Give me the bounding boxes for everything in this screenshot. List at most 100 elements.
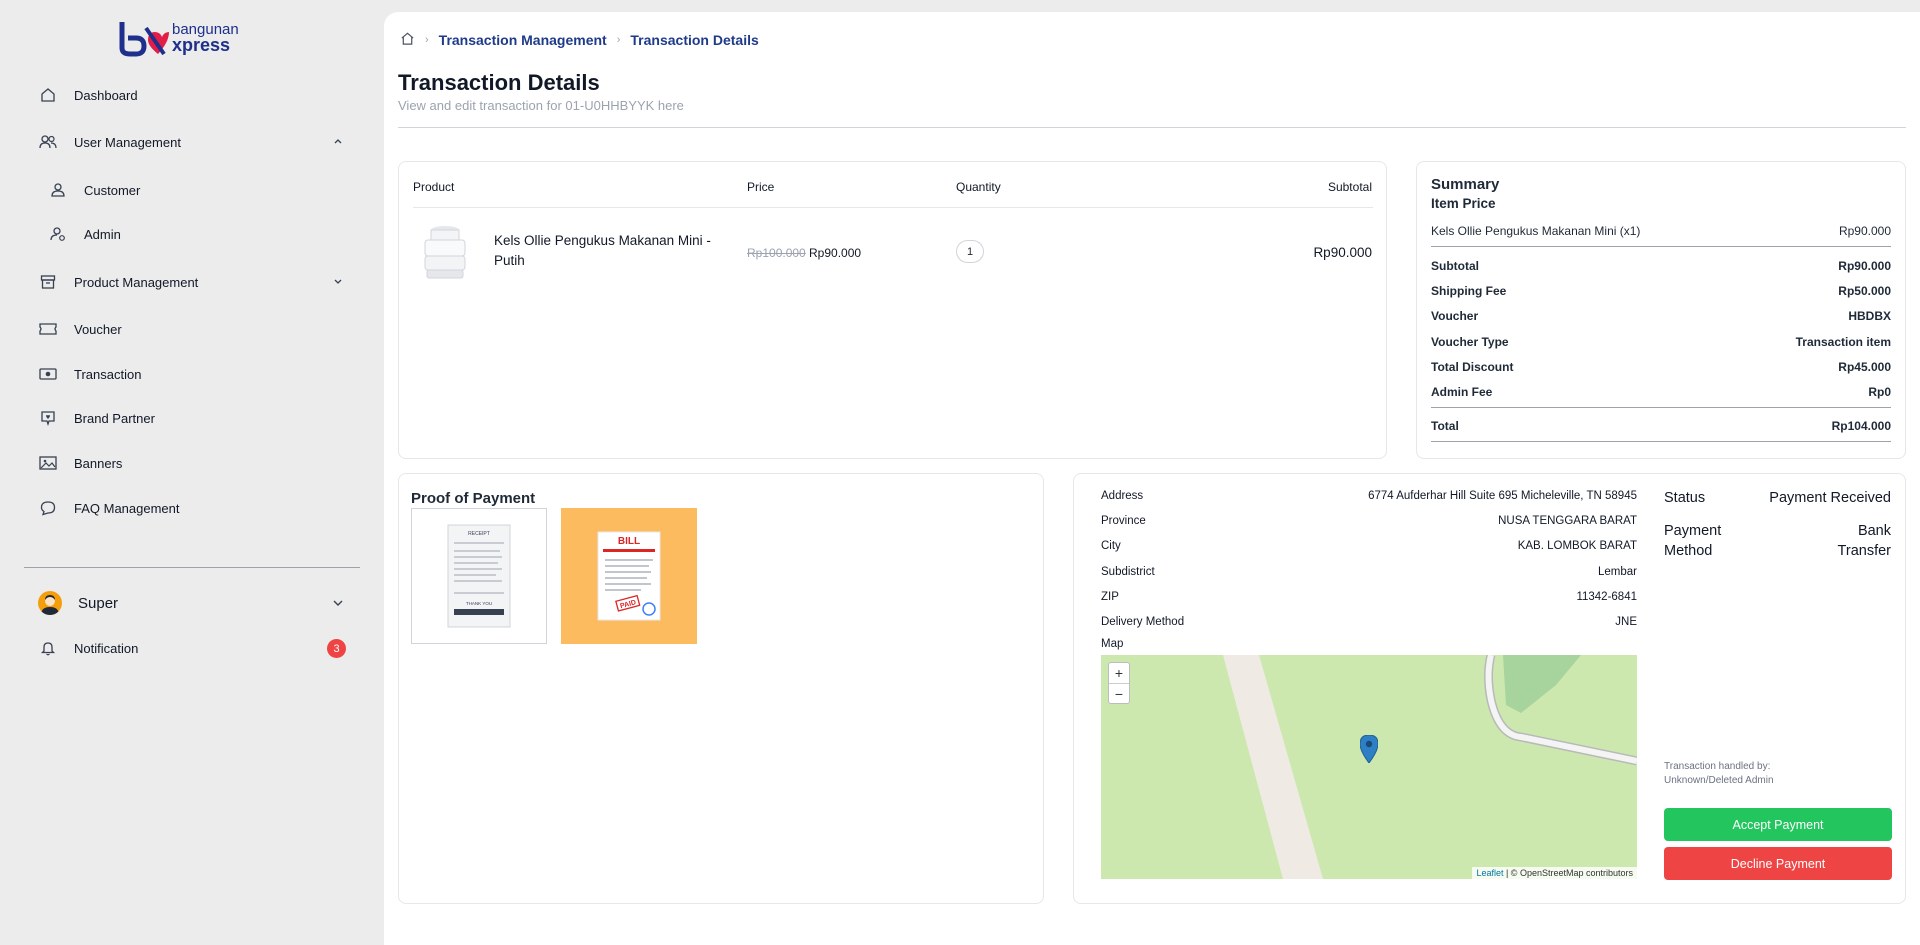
chevron-down-icon[interactable] bbox=[332, 275, 344, 287]
location-map[interactable]: + − Leaflet | © OpenStreetMap contributo… bbox=[1101, 655, 1637, 879]
archive-icon bbox=[38, 272, 58, 292]
summary-value: Rp45.000 bbox=[1838, 360, 1891, 374]
sidebar-item-faq-management[interactable]: FAQ Management bbox=[24, 493, 360, 523]
summary-item-price: Rp90.000 bbox=[1838, 224, 1891, 238]
sidebar-item-transaction[interactable]: Transaction bbox=[24, 359, 360, 389]
product-name[interactable]: Kels Ollie Pengukus Makanan Mini - Putih bbox=[494, 231, 724, 271]
image-icon bbox=[38, 453, 58, 473]
map-tiles bbox=[1223, 655, 1637, 879]
price-original: Rp100.000 bbox=[747, 246, 806, 260]
page-subtitle: View and edit transaction for 01-U0HHBYY… bbox=[398, 98, 684, 113]
sidebar-item-label: Notification bbox=[74, 640, 139, 656]
sidebar-item-customer[interactable]: Customer bbox=[24, 175, 360, 205]
sidebar-item-banners[interactable]: Banners bbox=[24, 448, 360, 478]
sidebar-item-label: Product Management bbox=[74, 274, 199, 290]
summary-item-name: Kels Ollie Pengukus Makanan Mini (x1) bbox=[1431, 224, 1641, 238]
leaflet-link[interactable]: Leaflet bbox=[1476, 868, 1503, 878]
accept-payment-button[interactable]: Accept Payment bbox=[1664, 808, 1892, 841]
sidebar-item-label: FAQ Management bbox=[74, 500, 180, 516]
sidebar-item-voucher[interactable]: Voucher bbox=[24, 314, 360, 344]
home-icon bbox=[38, 85, 58, 105]
sidebar-item-notification[interactable]: Notification 3 bbox=[24, 633, 360, 663]
sidebar-item-label: Banners bbox=[74, 455, 123, 471]
breadcrumb-separator: › bbox=[425, 34, 429, 46]
chevron-up-icon[interactable] bbox=[332, 135, 344, 147]
page-title: Transaction Details bbox=[398, 70, 600, 95]
bill-heading: BILL bbox=[618, 536, 640, 547]
summary-shipping-row: Shipping Fee Rp50.000 bbox=[1431, 284, 1891, 298]
brand-wordmark: bangunan xpress bbox=[172, 22, 239, 54]
breadcrumb-transaction-management[interactable]: Transaction Management bbox=[439, 32, 607, 48]
zip-value: 11342-6841 bbox=[1576, 591, 1637, 603]
field-label: City bbox=[1101, 540, 1121, 552]
column-header-product: Product bbox=[413, 180, 455, 194]
sidebar-item-label: Transaction bbox=[74, 366, 142, 382]
sidebar-item-product-management[interactable]: Product Management bbox=[24, 267, 360, 297]
brand-mark-icon bbox=[119, 22, 169, 57]
summary-discount-row: Total Discount Rp45.000 bbox=[1431, 360, 1891, 374]
zip-row: ZIP 11342-6841 bbox=[1101, 591, 1637, 603]
subdistrict-row: Subdistrict Lembar bbox=[1101, 566, 1637, 578]
summary-title: Summary bbox=[1431, 176, 1500, 193]
price-discounted: Rp90.000 bbox=[809, 246, 862, 260]
badge-icon bbox=[38, 408, 58, 428]
map-attribution-text: | © OpenStreetMap contributors bbox=[1503, 868, 1633, 878]
summary-value: Rp104.000 bbox=[1831, 419, 1891, 433]
chat-icon bbox=[38, 498, 58, 518]
summary-value: Rp50.000 bbox=[1838, 284, 1891, 298]
summary-divider bbox=[1431, 407, 1891, 408]
user-gear-icon bbox=[48, 224, 68, 244]
field-label: ZIP bbox=[1101, 591, 1119, 603]
field-label: Map bbox=[1101, 638, 1124, 650]
sidebar-item-admin[interactable]: Admin bbox=[24, 219, 360, 249]
sidebar-item-dashboard[interactable]: Dashboard bbox=[24, 80, 360, 110]
table-header-divider bbox=[413, 207, 1373, 208]
map-zoom-out-button[interactable]: − bbox=[1109, 683, 1129, 703]
handled-by-admin: Unknown/Deleted Admin bbox=[1664, 775, 1774, 786]
field-label: Address bbox=[1101, 490, 1144, 502]
item-price-heading: Item Price bbox=[1431, 196, 1496, 211]
home-icon[interactable] bbox=[400, 31, 415, 49]
map-label-row: Map bbox=[1101, 638, 1637, 650]
column-header-subtotal: Subtotal bbox=[1327, 180, 1372, 194]
address-value: 6774 Aufderhar Hill Suite 695 Michelevil… bbox=[1368, 490, 1637, 502]
map-attribution: Leaflet | © OpenStreetMap contributors bbox=[1472, 867, 1637, 879]
sidebar-item-brand-partner[interactable]: Brand Partner bbox=[24, 403, 360, 433]
chevron-down-icon[interactable] bbox=[332, 597, 344, 609]
sidebar-item-user-management[interactable]: User Management bbox=[24, 127, 360, 157]
sidebar: bangunan xpress Dashboard User Managemen… bbox=[0, 0, 384, 945]
receipt-image[interactable]: RECEIPT THANK YOU bbox=[411, 508, 547, 644]
map-zoom-in-button[interactable]: + bbox=[1109, 663, 1129, 683]
brand-logo[interactable]: bangunan xpress bbox=[118, 18, 248, 60]
delivery-row: Delivery Method JNE bbox=[1101, 616, 1637, 628]
sidebar-item-label: Brand Partner bbox=[74, 410, 155, 426]
subdistrict-value: Lembar bbox=[1598, 566, 1637, 578]
shipping-details-card: Address 6774 Aufderhar Hill Suite 695 Mi… bbox=[1073, 473, 1906, 904]
payment-method-label-line1: Payment bbox=[1664, 523, 1722, 539]
payment-method-value-line2: Transfer bbox=[1837, 543, 1891, 559]
bill-image[interactable]: BILL PAID bbox=[561, 508, 697, 644]
bell-icon bbox=[38, 638, 58, 658]
avatar bbox=[38, 591, 62, 615]
column-header-price: Price bbox=[747, 180, 775, 194]
summary-label: Total Discount bbox=[1431, 360, 1514, 374]
field-label: Province bbox=[1101, 515, 1146, 527]
quantity-badge: 1 bbox=[956, 240, 984, 263]
product-image[interactable] bbox=[417, 222, 473, 282]
province-row: Province NUSA TENGGARA BARAT bbox=[1101, 515, 1637, 527]
summary-label: Voucher bbox=[1431, 309, 1479, 323]
status-value: Payment Received bbox=[1769, 490, 1891, 506]
user-menu[interactable]: Super bbox=[24, 588, 360, 618]
breadcrumb-transaction-details[interactable]: Transaction Details bbox=[630, 32, 758, 48]
field-label: Delivery Method bbox=[1101, 616, 1185, 628]
proof-title: Proof of Payment bbox=[411, 490, 536, 507]
decline-payment-button[interactable]: Decline Payment bbox=[1664, 847, 1892, 880]
province-value: NUSA TENGGARA BARAT bbox=[1498, 515, 1637, 527]
address-row: Address 6774 Aufderhar Hill Suite 695 Mi… bbox=[1101, 490, 1637, 502]
handled-by-text: Transaction handled by: Unknown/Deleted … bbox=[1664, 760, 1774, 788]
map-pin-icon[interactable] bbox=[1360, 735, 1378, 763]
summary-divider bbox=[1431, 441, 1891, 442]
notification-badge: 3 bbox=[327, 639, 346, 658]
sidebar-item-label: Dashboard bbox=[74, 87, 138, 103]
sidebar-item-label: User Management bbox=[74, 134, 181, 150]
